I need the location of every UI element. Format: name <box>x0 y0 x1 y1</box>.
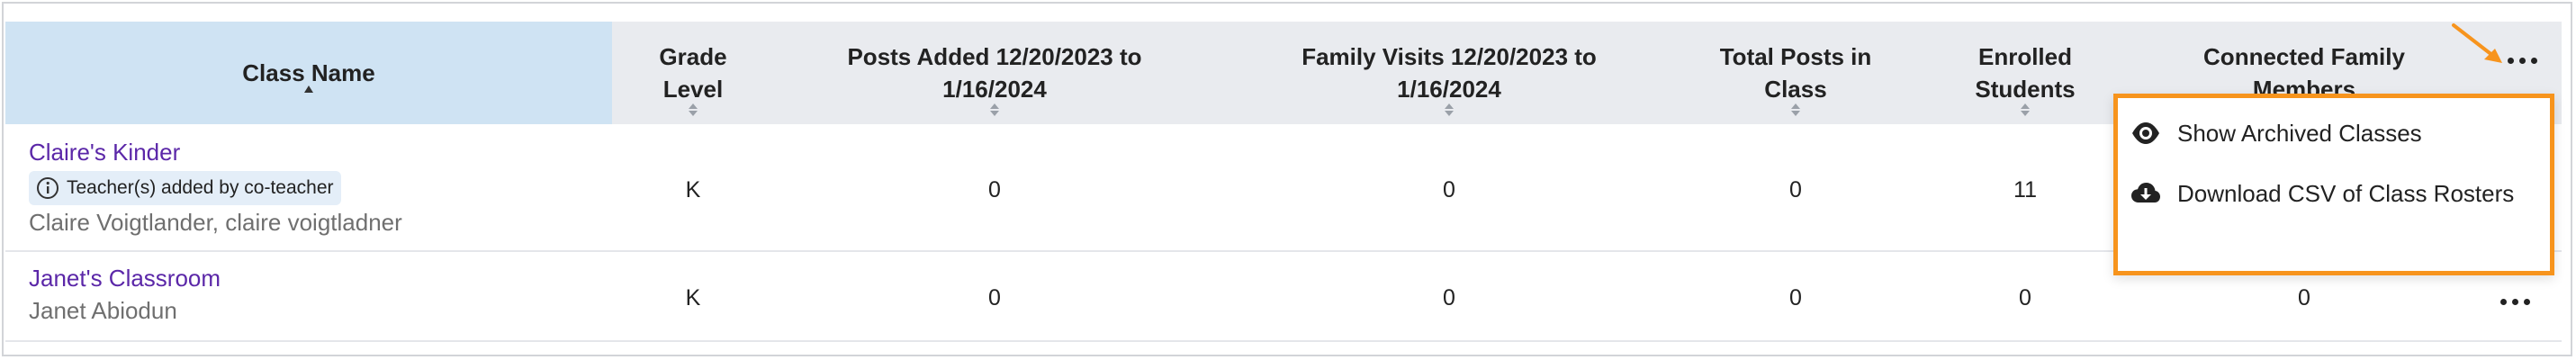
dot <box>2519 58 2526 64</box>
column-header-class-name[interactable]: Class Name <box>5 22 612 124</box>
sort-ascending-icon <box>304 86 313 93</box>
menu-item-download-csv[interactable]: Download CSV of Class Rosters <box>2118 163 2550 224</box>
badge-label: Teacher(s) added by co-teacher <box>67 177 334 198</box>
dot <box>2531 58 2537 64</box>
dot <box>2512 299 2518 305</box>
column-header-posts-added[interactable]: Posts Added 12/20/2023 to 1/16/2024 <box>774 22 1215 124</box>
teacher-names: Claire Voigtlander, claire voigtladner <box>29 209 402 236</box>
eye-icon <box>2132 122 2159 144</box>
dot <box>2524 299 2530 305</box>
annotation-arrow-icon <box>2452 23 2502 63</box>
class-name-link[interactable]: Janet's Classroom <box>29 265 221 292</box>
info-icon <box>37 177 59 199</box>
sort-icon <box>689 104 698 116</box>
dot <box>2508 58 2514 64</box>
column-header-label: Family Visits 12/20/2023 to 1/16/2024 <box>1302 43 1597 103</box>
enrolled-students-cell: 0 <box>2019 284 2031 310</box>
connected-family-cell: 0 <box>2298 284 2310 310</box>
dot <box>2500 299 2507 305</box>
column-header-label: Posts Added 12/20/2023 to 1/16/2024 <box>847 43 1142 103</box>
posts-added-cell: 0 <box>988 176 1001 202</box>
sort-icon <box>1791 104 1800 116</box>
column-header-enrolled-students[interactable]: Enrolled Students <box>1908 22 2142 124</box>
column-header-label: Grade Level <box>659 43 727 103</box>
table-options-menu: Show Archived Classes Download CSV of Cl… <box>2113 94 2554 275</box>
family-visits-cell: 0 <box>1443 176 1455 202</box>
grade-level-cell: K <box>685 284 701 310</box>
sort-icon <box>990 104 999 116</box>
row-options-button[interactable] <box>2500 299 2530 305</box>
family-visits-cell: 0 <box>1443 284 1455 310</box>
class-name-link[interactable]: Claire's Kinder <box>29 139 180 166</box>
menu-item-show-archived[interactable]: Show Archived Classes <box>2118 103 2550 164</box>
row-divider <box>5 340 2562 342</box>
sort-icon <box>2021 104 2030 116</box>
co-teacher-badge: Teacher(s) added by co-teacher <box>29 171 341 205</box>
column-header-label: Enrolled Students <box>1975 43 2076 103</box>
column-header-grade-level[interactable]: Grade Level <box>612 22 774 124</box>
grade-level-cell: K <box>685 176 701 202</box>
column-header-label: Total Posts in Class <box>1719 43 1872 103</box>
total-posts-cell: 0 <box>1789 176 1802 202</box>
menu-item-label: Show Archived Classes <box>2177 119 2422 147</box>
total-posts-cell: 0 <box>1789 284 1802 310</box>
table-options-button[interactable] <box>2508 58 2537 64</box>
column-header-family-visits[interactable]: Family Visits 12/20/2023 to 1/16/2024 <box>1215 22 1683 124</box>
teacher-names: Janet Abiodun <box>29 297 177 324</box>
enrolled-students-cell: 11 <box>2013 176 2037 202</box>
column-header-total-posts[interactable]: Total Posts in Class <box>1683 22 1908 124</box>
sort-icon <box>1445 104 1454 116</box>
cloud-download-icon <box>2131 183 2160 202</box>
menu-item-label: Download CSV of Class Rosters <box>2177 179 2515 207</box>
posts-added-cell: 0 <box>988 284 1001 310</box>
